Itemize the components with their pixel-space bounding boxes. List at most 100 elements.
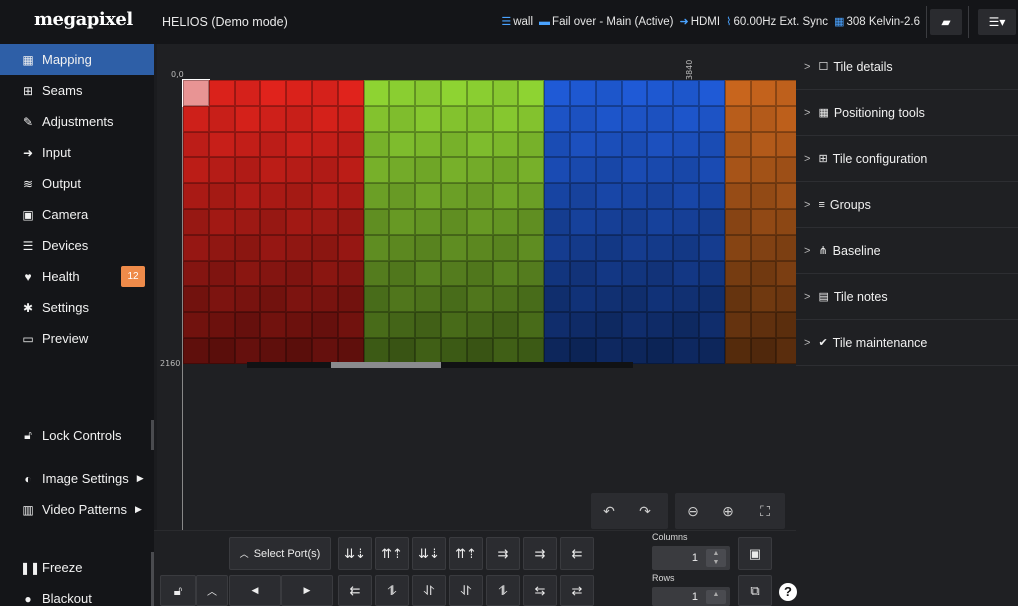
- led-tile[interactable]: [260, 183, 287, 209]
- led-tile[interactable]: [621, 260, 648, 287]
- led-tile[interactable]: [389, 183, 416, 209]
- led-tile[interactable]: [492, 234, 519, 261]
- led-tile[interactable]: [647, 234, 674, 261]
- led-tile[interactable]: [389, 131, 416, 158]
- led-tile[interactable]: [673, 312, 699, 338]
- led-tile[interactable]: [699, 157, 725, 184]
- led-tile[interactable]: [234, 157, 261, 184]
- led-tile[interactable]: [234, 234, 261, 261]
- led-tile[interactable]: [750, 234, 777, 261]
- led-tile[interactable]: [595, 131, 622, 158]
- led-tile[interactable]: [337, 131, 364, 158]
- select-ports-button[interactable]: ︿ Select Port(s): [229, 537, 331, 570]
- led-tile[interactable]: [621, 131, 648, 158]
- led-tile[interactable]: [312, 286, 338, 313]
- led-tile[interactable]: [208, 157, 235, 184]
- sync-status[interactable]: ⌇ 60.00Hz Ext. Sync: [726, 15, 828, 28]
- led-tile[interactable]: [570, 80, 596, 106]
- led-tile[interactable]: [699, 183, 725, 209]
- led-tile[interactable]: [647, 209, 674, 235]
- led-tile[interactable]: [673, 157, 699, 184]
- led-tile[interactable]: [260, 338, 287, 364]
- led-tile[interactable]: [492, 80, 519, 106]
- led-tile[interactable]: [750, 338, 777, 364]
- wiring-snake-up-button[interactable]: ⥮: [375, 575, 409, 606]
- led-tile[interactable]: [363, 260, 390, 287]
- video-patterns-menu[interactable]: ▥ Video Patterns ▶: [0, 494, 154, 525]
- led-tile[interactable]: [415, 338, 441, 364]
- led-tile[interactable]: [673, 234, 699, 261]
- led-tile[interactable]: [621, 209, 648, 235]
- led-tile[interactable]: [389, 80, 416, 106]
- led-tile[interactable]: [260, 157, 287, 184]
- led-tile[interactable]: [570, 183, 596, 209]
- led-tile[interactable]: [595, 209, 622, 235]
- led-tile[interactable]: [492, 183, 519, 209]
- led-tile[interactable]: [337, 209, 364, 235]
- led-tile[interactable]: [234, 80, 261, 106]
- led-tile[interactable]: [699, 234, 725, 261]
- led-tile[interactable]: [286, 131, 312, 158]
- next-button[interactable]: ▶: [281, 575, 333, 606]
- wiring-right-btt-button[interactable]: ⇉: [523, 537, 557, 570]
- led-tile[interactable]: [312, 157, 338, 184]
- led-tile[interactable]: [492, 338, 519, 364]
- led-tile[interactable]: [544, 260, 570, 287]
- led-tile[interactable]: [260, 131, 287, 158]
- led-tile[interactable]: [724, 80, 751, 106]
- led-tile[interactable]: [312, 183, 338, 209]
- led-tile[interactable]: [208, 131, 235, 158]
- led-tile[interactable]: [441, 157, 467, 184]
- section-groups[interactable]: > ≡ Groups: [796, 182, 1018, 228]
- led-tile[interactable]: [492, 286, 519, 313]
- led-tile[interactable]: [415, 209, 441, 235]
- led-tile[interactable]: [621, 157, 648, 184]
- led-tile[interactable]: [183, 157, 209, 184]
- led-tile[interactable]: [647, 312, 674, 338]
- led-tile[interactable]: [673, 131, 699, 158]
- led-tile[interactable]: [363, 286, 390, 313]
- led-tile[interactable]: [363, 183, 390, 209]
- led-tile[interactable]: [595, 80, 622, 106]
- led-tile[interactable]: [389, 312, 416, 338]
- led-tile[interactable]: [415, 234, 441, 261]
- led-tile[interactable]: [750, 286, 777, 313]
- led-tile[interactable]: [518, 260, 545, 287]
- led-tile[interactable]: [595, 183, 622, 209]
- input-status[interactable]: ➜ HDMI: [679, 15, 720, 28]
- led-tile[interactable]: [724, 338, 751, 364]
- wiring-snake-down-button[interactable]: ⥯: [412, 575, 446, 606]
- led-tile[interactable]: [647, 80, 674, 106]
- led-tile[interactable]: [260, 286, 287, 313]
- led-tile[interactable]: [466, 131, 493, 158]
- led-tile[interactable]: [647, 338, 674, 364]
- led-tile[interactable]: [208, 80, 235, 106]
- wiring-up-ltr-button[interactable]: ⇈⇡: [375, 537, 409, 570]
- led-tile[interactable]: [621, 312, 648, 338]
- led-tile[interactable]: [208, 105, 235, 132]
- led-tile[interactable]: [208, 286, 235, 313]
- led-tile[interactable]: [518, 183, 545, 209]
- led-tile[interactable]: [234, 209, 261, 235]
- led-tile[interactable]: [363, 80, 390, 106]
- lock-controls-button[interactable]: 🔓︎ Lock Controls: [0, 419, 154, 451]
- led-tile[interactable]: [415, 105, 441, 132]
- led-tile[interactable]: [286, 183, 312, 209]
- led-tile[interactable]: [518, 209, 545, 235]
- led-tile[interactable]: [544, 209, 570, 235]
- led-tile[interactable]: [595, 312, 622, 338]
- led-tile[interactable]: [389, 209, 416, 235]
- led-tile[interactable]: [544, 131, 570, 158]
- led-tile[interactable]: [595, 286, 622, 313]
- led-tile[interactable]: [208, 234, 235, 261]
- led-tile[interactable]: [466, 157, 493, 184]
- led-tile[interactable]: [750, 105, 777, 132]
- led-tile[interactable]: [337, 260, 364, 287]
- blackout-button[interactable]: ● Blackout: [0, 583, 154, 606]
- led-tile[interactable]: [312, 260, 338, 287]
- rows-input[interactable]: 1 ▲: [652, 587, 730, 606]
- led-tile[interactable]: [647, 260, 674, 287]
- led-tile[interactable]: [673, 209, 699, 235]
- apply-layout-button[interactable]: ▣: [738, 537, 772, 570]
- led-tile[interactable]: [570, 338, 596, 364]
